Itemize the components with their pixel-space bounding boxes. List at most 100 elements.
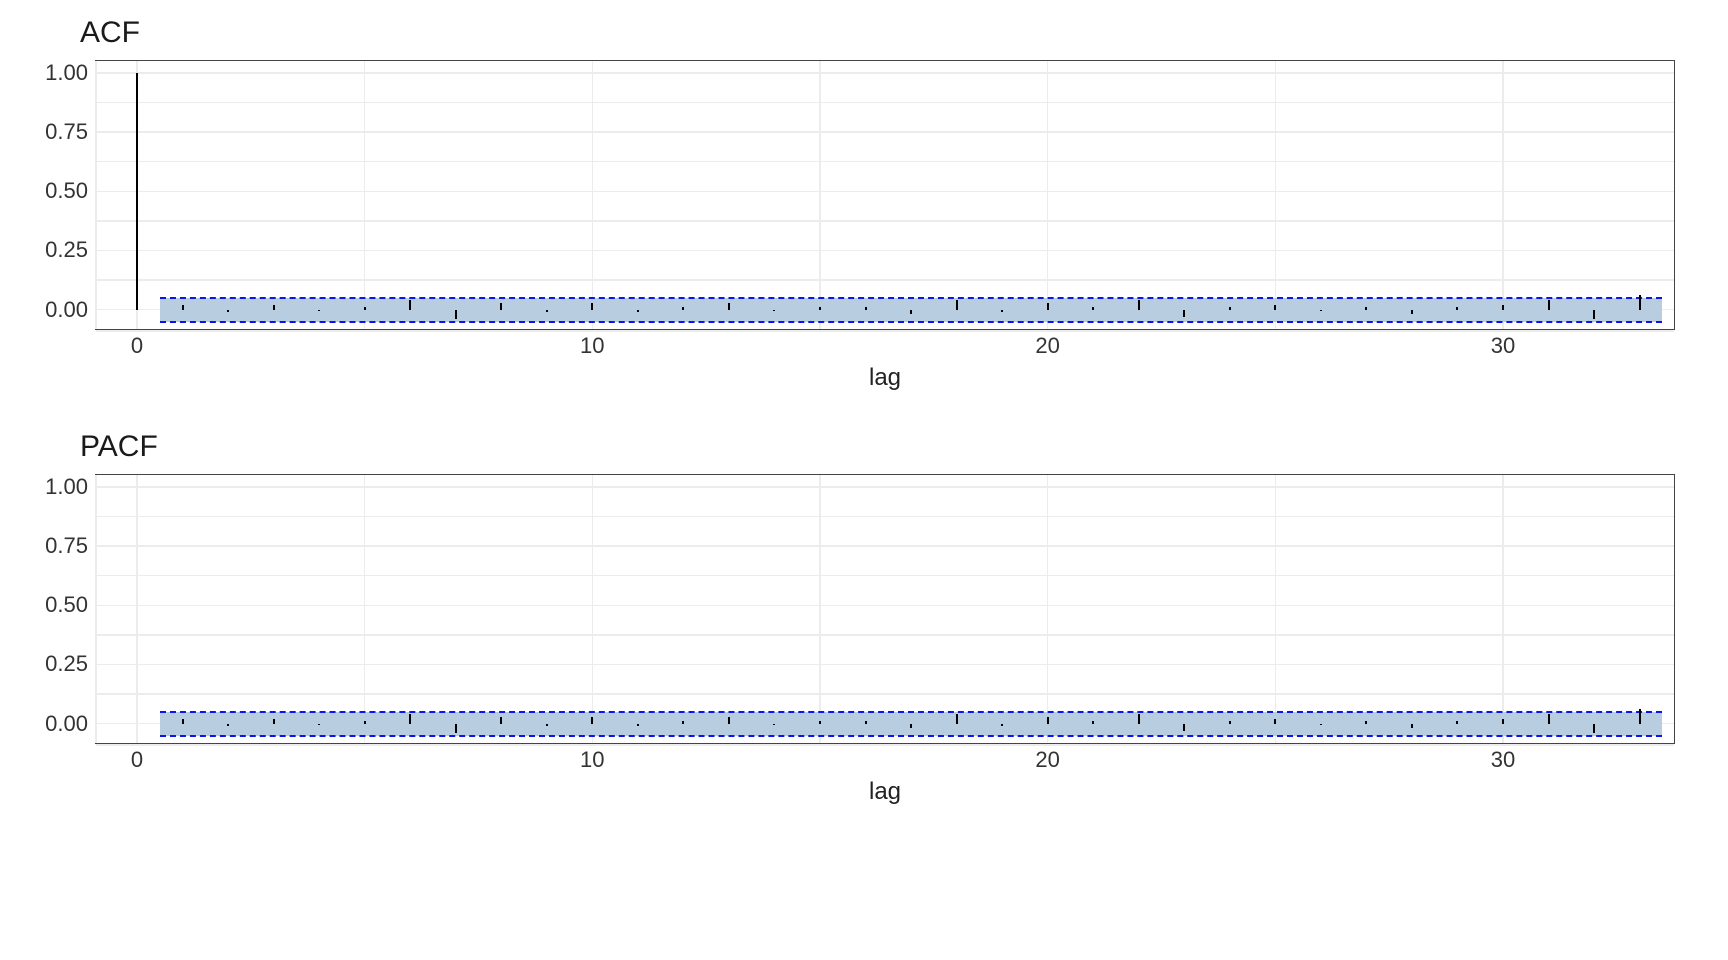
gridline-horizontal: [96, 72, 1674, 73]
gridline-horizontal: [96, 516, 1674, 517]
correlation-bar: [865, 721, 867, 723]
correlation-bar: [1456, 307, 1458, 309]
y-tick-label: 1.00: [45, 60, 88, 86]
confidence-line: [160, 735, 1663, 737]
correlation-bar: [865, 307, 867, 309]
correlation-bar: [728, 717, 730, 724]
gridline-horizontal: [96, 161, 1674, 162]
gridline-horizontal: [96, 693, 1674, 694]
correlation-bar: [819, 721, 821, 723]
y-tick-label: 0.50: [45, 592, 88, 618]
correlation-bar: [1047, 717, 1049, 724]
correlation-bar: [910, 724, 912, 729]
correlation-bar: [910, 310, 912, 315]
y-tick-label: 0.75: [45, 533, 88, 559]
x-tick-label: 0: [131, 333, 143, 359]
correlation-bar: [500, 717, 502, 724]
x-tick-label: 0: [131, 747, 143, 773]
correlation-bar: [773, 724, 775, 725]
correlation-bar: [1548, 300, 1550, 309]
gridline-horizontal: [96, 664, 1674, 665]
x-tick-label: 20: [1035, 333, 1059, 359]
correlation-bar: [728, 303, 730, 310]
acf-plot-panel: 0.000.250.500.751.000102030: [95, 60, 1675, 330]
gridline-horizontal: [96, 279, 1674, 280]
correlation-bar: [1502, 719, 1504, 724]
correlation-bar: [1456, 721, 1458, 723]
correlation-bar: [318, 310, 320, 311]
confidence-line: [160, 321, 1663, 323]
correlation-bar: [1183, 724, 1185, 731]
gridline-horizontal: [96, 250, 1674, 251]
correlation-bar: [773, 310, 775, 311]
y-tick-label: 0.00: [45, 297, 88, 323]
gridline-horizontal: [96, 131, 1674, 132]
correlation-bar: [1001, 724, 1003, 726]
y-tick-label: 0.50: [45, 178, 88, 204]
confidence-line: [160, 297, 1663, 299]
correlation-bar: [1639, 709, 1641, 723]
correlation-bar: [591, 303, 593, 310]
correlation-bar: [1092, 721, 1094, 723]
x-tick-label: 30: [1491, 747, 1515, 773]
pacf-plot-title: PACF: [80, 430, 158, 464]
correlation-bar: [956, 300, 958, 309]
correlation-bar: [273, 305, 275, 310]
correlation-bar: [819, 307, 821, 309]
correlation-bar: [409, 300, 411, 309]
correlation-bar: [1593, 310, 1595, 319]
correlation-bar: [637, 724, 639, 726]
correlation-bar: [1593, 724, 1595, 733]
correlation-bar: [1138, 300, 1140, 309]
correlation-bar: [682, 721, 684, 723]
correlation-bar: [956, 714, 958, 723]
correlation-bar: [227, 724, 229, 726]
y-tick-label: 0.75: [45, 119, 88, 145]
correlation-bar: [136, 73, 138, 310]
correlation-bar: [1047, 303, 1049, 310]
gridline-horizontal: [96, 605, 1674, 606]
gridline-horizontal: [96, 744, 1674, 745]
correlation-bar: [364, 307, 366, 309]
x-tick-label: 30: [1491, 333, 1515, 359]
correlation-bar: [1411, 310, 1413, 315]
y-tick-label: 1.00: [45, 474, 88, 500]
correlation-bar: [1138, 714, 1140, 723]
gridline-horizontal: [96, 545, 1674, 546]
x-axis-label: lag: [869, 364, 901, 392]
gridline-horizontal: [96, 191, 1674, 192]
correlation-bar: [409, 714, 411, 723]
y-tick-label: 0.25: [45, 237, 88, 263]
confidence-line: [160, 711, 1663, 713]
x-tick-label: 20: [1035, 747, 1059, 773]
correlation-bar: [546, 310, 548, 312]
correlation-bar: [455, 310, 457, 319]
correlation-bar: [273, 719, 275, 724]
correlation-bar: [1320, 310, 1322, 311]
correlation-bar: [1365, 721, 1367, 723]
x-axis-label: lag: [869, 778, 901, 806]
gridline-horizontal: [96, 486, 1674, 487]
correlation-bar: [1092, 307, 1094, 309]
correlation-bar: [682, 307, 684, 309]
correlation-bar: [500, 303, 502, 310]
correlation-bar: [1639, 295, 1641, 309]
correlation-bar: [455, 724, 457, 733]
correlation-bar: [1229, 721, 1231, 723]
correlation-bar: [637, 310, 639, 312]
gridline-horizontal: [96, 634, 1674, 635]
correlation-bar: [1411, 724, 1413, 729]
gridline-horizontal: [96, 330, 1674, 331]
correlation-bar: [1274, 305, 1276, 310]
correlation-bar: [1274, 719, 1276, 724]
correlation-bar: [1365, 307, 1367, 309]
x-tick-label: 10: [580, 333, 604, 359]
correlation-bar: [1183, 310, 1185, 317]
correlation-bar: [1320, 724, 1322, 725]
correlation-bar: [591, 717, 593, 724]
correlation-bar: [1001, 310, 1003, 312]
x-tick-label: 10: [580, 747, 604, 773]
correlation-bar: [182, 305, 184, 310]
correlation-bar: [1548, 714, 1550, 723]
y-tick-label: 0.25: [45, 651, 88, 677]
